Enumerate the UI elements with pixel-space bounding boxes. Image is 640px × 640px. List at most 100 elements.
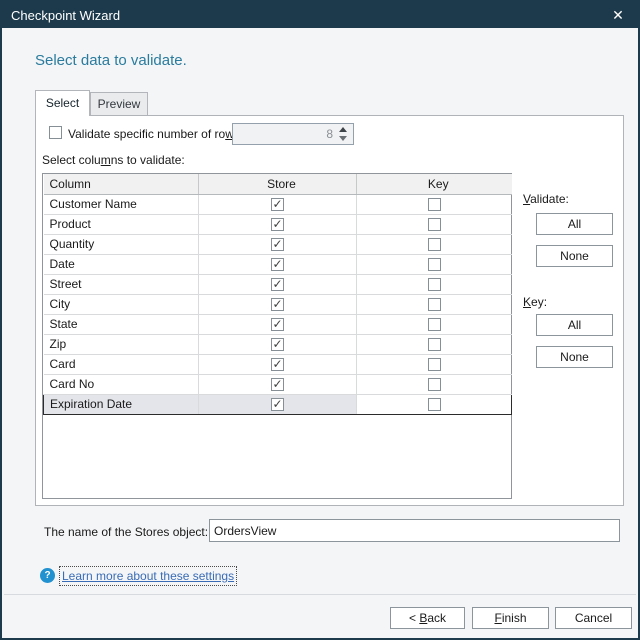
- spinner-down-icon[interactable]: [339, 136, 347, 141]
- table-row[interactable]: Quantity ✓: [44, 234, 512, 254]
- finish-button[interactable]: Finish: [472, 607, 549, 629]
- header-column[interactable]: Column: [44, 174, 199, 194]
- key-checkbox[interactable]: [428, 218, 441, 231]
- store-cell[interactable]: ✓: [199, 274, 357, 294]
- cancel-button[interactable]: Cancel: [555, 607, 632, 629]
- titlebar: Checkpoint Wizard: [2, 2, 638, 28]
- rows-count-spinner[interactable]: 8: [232, 123, 354, 145]
- table-row[interactable]: City ✓: [44, 294, 512, 314]
- table-row[interactable]: Street ✓: [44, 274, 512, 294]
- checkpoint-wizard-dialog: Checkpoint Wizard ✕ Select data to valid…: [0, 0, 640, 640]
- store-cell[interactable]: ✓: [199, 374, 357, 394]
- key-cell[interactable]: [357, 394, 512, 414]
- column-name-cell[interactable]: Card No: [44, 374, 199, 394]
- tab-select[interactable]: Select: [35, 90, 90, 116]
- store-checkbox[interactable]: ✓: [271, 278, 284, 291]
- key-group-label: Key:: [523, 295, 547, 309]
- store-checkbox[interactable]: ✓: [271, 378, 284, 391]
- store-checkbox[interactable]: ✓: [271, 258, 284, 271]
- columns-table-body: Customer Name ✓ Product ✓ Quantity ✓ Dat…: [44, 194, 512, 414]
- help-icon[interactable]: ?: [40, 568, 55, 583]
- footer-divider: [4, 594, 636, 595]
- select-columns-label: Select columns to validate:: [42, 153, 185, 167]
- key-cell[interactable]: [357, 294, 512, 314]
- store-checkbox[interactable]: ✓: [271, 398, 284, 411]
- column-name-cell[interactable]: State: [44, 314, 199, 334]
- key-checkbox[interactable]: [428, 398, 441, 411]
- close-icon[interactable]: ✕: [608, 6, 628, 24]
- key-checkbox[interactable]: [428, 338, 441, 351]
- key-checkbox[interactable]: [428, 198, 441, 211]
- key-cell[interactable]: [357, 214, 512, 234]
- key-all-button[interactable]: All: [536, 314, 613, 336]
- learn-more-link[interactable]: Learn more about these settings: [62, 569, 234, 583]
- rows-count-value: 8: [326, 127, 337, 141]
- page-title: Select data to validate.: [35, 52, 187, 69]
- key-cell[interactable]: [357, 254, 512, 274]
- store-cell[interactable]: ✓: [199, 314, 357, 334]
- table-row[interactable]: Customer Name ✓: [44, 194, 512, 214]
- key-cell[interactable]: [357, 234, 512, 254]
- key-cell[interactable]: [357, 334, 512, 354]
- key-checkbox[interactable]: [428, 318, 441, 331]
- key-checkbox[interactable]: [428, 378, 441, 391]
- store-cell[interactable]: ✓: [199, 354, 357, 374]
- column-name-cell[interactable]: City: [44, 294, 199, 314]
- table-row[interactable]: Expiration Date ✓: [44, 394, 512, 414]
- tab-preview[interactable]: Preview: [90, 92, 148, 116]
- store-cell[interactable]: ✓: [199, 254, 357, 274]
- validate-none-button[interactable]: None: [536, 245, 613, 267]
- store-cell[interactable]: ✓: [199, 334, 357, 354]
- header-store[interactable]: Store: [199, 174, 357, 194]
- table-row[interactable]: Card No ✓: [44, 374, 512, 394]
- validate-rows-label: Validate specific number of rows: [68, 127, 240, 141]
- table-row[interactable]: Date ✓: [44, 254, 512, 274]
- stores-object-input[interactable]: [209, 519, 620, 542]
- stores-object-label: The name of the Stores object:: [44, 525, 208, 539]
- key-checkbox[interactable]: [428, 358, 441, 371]
- key-checkbox[interactable]: [428, 278, 441, 291]
- table-row[interactable]: Product ✓: [44, 214, 512, 234]
- table-row[interactable]: Zip ✓: [44, 334, 512, 354]
- key-checkbox[interactable]: [428, 258, 441, 271]
- spinner-up-icon[interactable]: [339, 127, 347, 132]
- window-title: Checkpoint Wizard: [2, 8, 120, 23]
- column-name-cell[interactable]: Date: [44, 254, 199, 274]
- columns-table: Column Store Key Customer Name ✓ Product…: [42, 173, 512, 499]
- store-checkbox[interactable]: ✓: [271, 198, 284, 211]
- column-name-cell[interactable]: Customer Name: [44, 194, 199, 214]
- store-cell[interactable]: ✓: [199, 234, 357, 254]
- store-cell[interactable]: ✓: [199, 294, 357, 314]
- header-key[interactable]: Key: [357, 174, 512, 194]
- table-row[interactable]: State ✓: [44, 314, 512, 334]
- validate-rows-checkbox[interactable]: [49, 126, 62, 139]
- key-checkbox[interactable]: [428, 298, 441, 311]
- store-cell[interactable]: ✓: [199, 214, 357, 234]
- store-checkbox[interactable]: ✓: [271, 218, 284, 231]
- store-checkbox[interactable]: ✓: [271, 338, 284, 351]
- back-button[interactable]: < Back: [390, 607, 465, 629]
- column-name-cell[interactable]: Expiration Date: [44, 394, 199, 414]
- table-row[interactable]: Card ✓: [44, 354, 512, 374]
- key-cell[interactable]: [357, 194, 512, 214]
- table-header-row: Column Store Key: [44, 174, 512, 194]
- key-cell[interactable]: [357, 314, 512, 334]
- key-cell[interactable]: [357, 274, 512, 294]
- validate-all-button[interactable]: All: [536, 213, 613, 235]
- key-cell[interactable]: [357, 374, 512, 394]
- column-name-cell[interactable]: Street: [44, 274, 199, 294]
- key-none-button[interactable]: None: [536, 346, 613, 368]
- store-cell[interactable]: ✓: [199, 194, 357, 214]
- column-name-cell[interactable]: Quantity: [44, 234, 199, 254]
- column-name-cell[interactable]: Card: [44, 354, 199, 374]
- key-cell[interactable]: [357, 354, 512, 374]
- store-checkbox[interactable]: ✓: [271, 238, 284, 251]
- store-checkbox[interactable]: ✓: [271, 358, 284, 371]
- store-checkbox[interactable]: ✓: [271, 318, 284, 331]
- validate-group-label: Validate:: [523, 192, 569, 206]
- column-name-cell[interactable]: Product: [44, 214, 199, 234]
- store-checkbox[interactable]: ✓: [271, 298, 284, 311]
- column-name-cell[interactable]: Zip: [44, 334, 199, 354]
- store-cell[interactable]: ✓: [199, 394, 357, 414]
- key-checkbox[interactable]: [428, 238, 441, 251]
